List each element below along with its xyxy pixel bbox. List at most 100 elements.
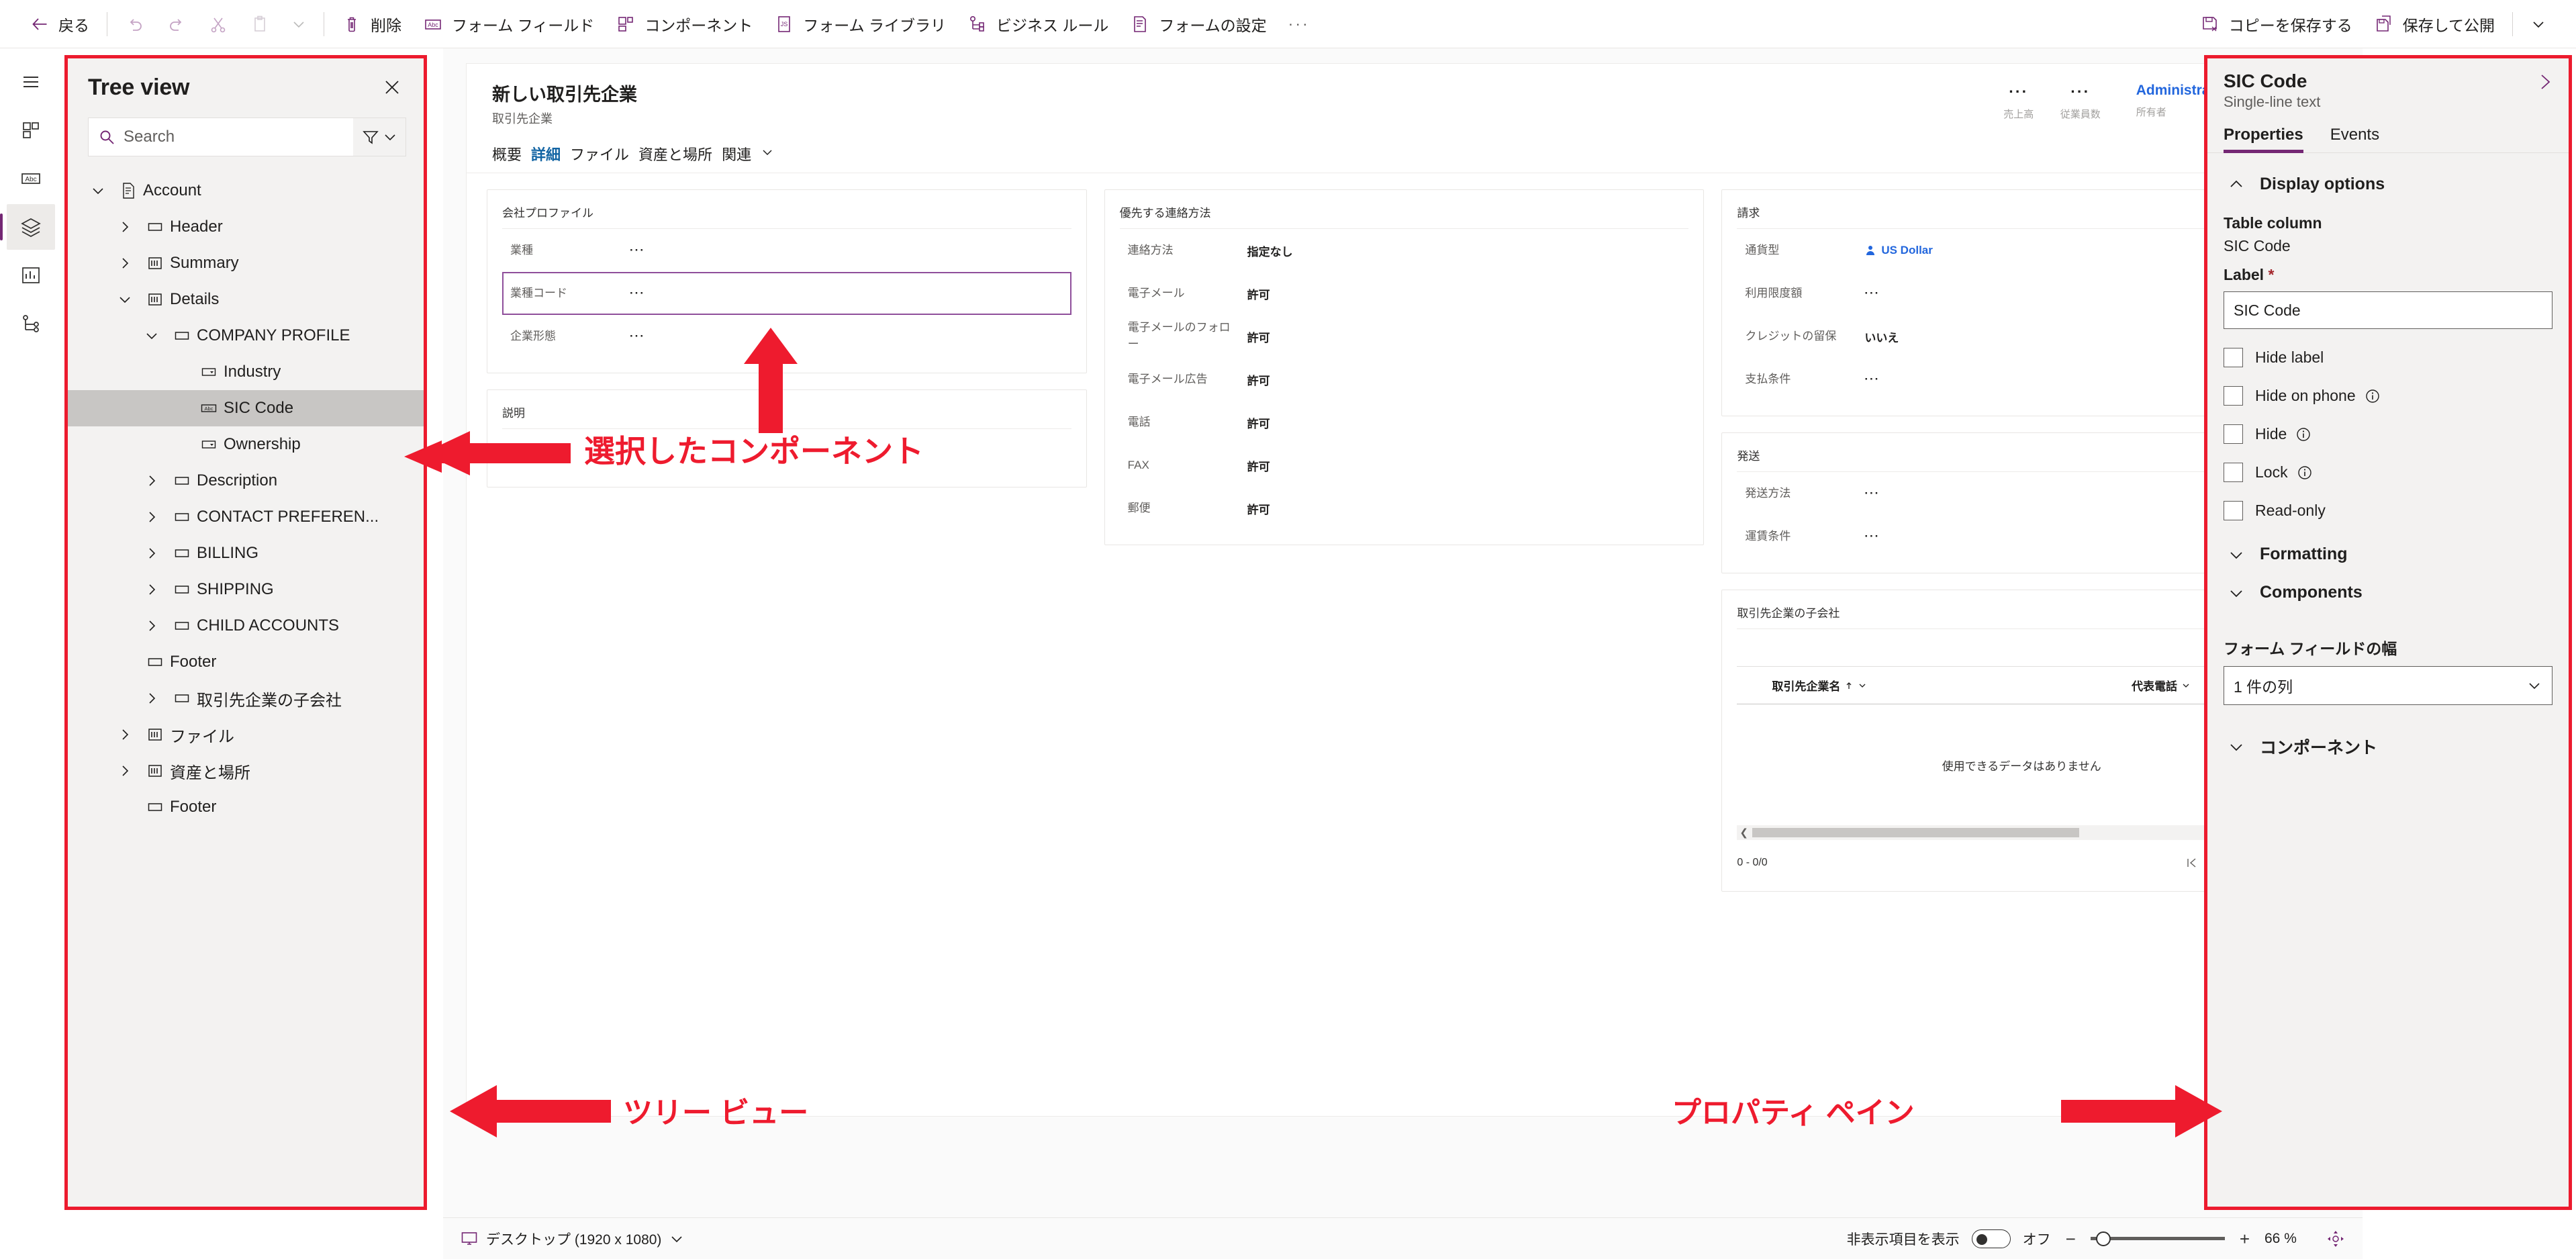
cut-button[interactable] [197,7,239,42]
checkbox-box[interactable] [2224,424,2243,444]
tab-related[interactable]: 関連 [722,139,761,173]
business-rule-button[interactable]: ビジネス ルール [957,7,1119,42]
chevron-down-icon[interactable] [136,328,167,344]
chevron-right-icon[interactable] [136,509,167,525]
tab-overview[interactable]: 概要 [492,139,531,173]
chevron-right-icon[interactable] [109,219,140,235]
field-value-link[interactable]: US Dollar [1864,244,1933,257]
tree-node-[interactable]: 資産と場所 [68,753,424,789]
checkbox-read-only[interactable]: Read-only [2224,501,2553,520]
overflow-menu-button[interactable]: ··· [1278,7,1321,42]
tab-assets-locations[interactable]: 資産と場所 [638,139,722,173]
zoom-slider[interactable] [2090,1231,2225,1247]
slider-thumb[interactable] [2095,1231,2111,1246]
tree-node-description[interactable]: Description [68,463,424,499]
form-settings-button[interactable]: フォームの設定 [1119,7,1277,42]
field-row-description[interactable]: ··· [502,429,1071,472]
first-page-icon[interactable] [2185,856,2198,870]
checkbox-hide-label[interactable]: Hide label [2224,348,2553,367]
delete-button[interactable]: 削除 [331,7,412,42]
field-row-sic-code[interactable]: 業種コード ··· [502,272,1071,315]
tree-node-child-accounts[interactable]: CHILD ACCOUNTS [68,608,424,644]
tree-node-industry[interactable]: Industry [68,354,424,390]
save-copy-button[interactable]: コピーを保存する [2189,7,2363,42]
close-icon[interactable] [378,73,406,101]
info-icon[interactable] [2296,464,2313,481]
section-display-options[interactable]: Display options [2224,165,2553,203]
tree-node-footer[interactable]: Footer [68,789,424,825]
form-field-button[interactable]: Abc フォーム フィールド [412,7,605,42]
paste-options-button[interactable] [281,7,317,42]
chevron-right-icon[interactable] [109,763,140,779]
field-width-select[interactable]: 1 件の列 [2224,666,2553,705]
chevron-right-icon[interactable] [136,473,167,489]
field-row[interactable]: 郵便 許可 [1120,487,1689,530]
checkbox-box[interactable] [2224,386,2243,406]
component-button[interactable]: コンポーネント [605,7,763,42]
rail-item-components[interactable] [7,107,55,153]
field-row[interactable]: 電子メール 許可 [1120,272,1689,315]
form-library-button[interactable]: JS フォーム ライブラリ [763,7,957,42]
chevron-down-icon[interactable] [83,183,113,199]
info-icon[interactable] [2295,426,2312,443]
fit-to-screen-icon[interactable] [2326,1229,2345,1248]
search-input[interactable] [124,128,344,146]
tree-node-header[interactable]: Header [68,209,424,245]
tree-node-sic-code[interactable]: Abc SIC Code [68,390,424,426]
rail-item-tree-view[interactable] [0,204,55,250]
chevron-right-icon[interactable] [109,727,140,743]
expand-pane-icon[interactable] [2535,72,2555,96]
tree-node-[interactable]: 取引先企業の子会社 [68,680,424,716]
field-row[interactable]: FAX 許可 [1120,444,1689,487]
field-row-industry[interactable]: 業種 ··· [502,229,1071,272]
section-components[interactable]: Components [2224,573,2553,612]
rail-item-insights[interactable] [7,252,55,298]
field-row[interactable]: 電子メール広告 許可 [1120,358,1689,401]
tab-files[interactable]: ファイル [570,139,638,173]
filter-button[interactable] [353,118,406,156]
section-components-jp[interactable]: コンポーネント [2224,725,2553,768]
undo-button[interactable] [114,7,156,42]
tab-properties[interactable]: Properties [2224,126,2303,153]
checkbox-box[interactable] [2224,463,2243,482]
search-box[interactable] [89,118,353,156]
field-row[interactable]: 電子メールのフォロー 許可 [1120,315,1689,358]
checkbox-box[interactable] [2224,501,2243,520]
tree-node-footer[interactable]: Footer [68,644,424,680]
label-input[interactable] [2224,291,2553,329]
checkbox-hide[interactable]: Hide [2224,424,2553,444]
tree-node-details[interactable]: Details [68,281,424,318]
chevron-down-icon[interactable] [109,291,140,308]
paste-button[interactable] [239,7,281,42]
chevron-right-icon[interactable] [109,255,140,271]
scroll-left-icon[interactable]: ❮ [1739,828,1748,838]
column-header-account-name[interactable]: 取引先企業名 [1772,677,2132,694]
rail-item-hierarchy[interactable] [7,301,55,346]
chevron-right-icon[interactable] [136,545,167,561]
tree-node-summary[interactable]: Summary [68,245,424,281]
show-hidden-toggle[interactable] [1971,1229,2011,1248]
tab-events[interactable]: Events [2330,126,2379,152]
tree-node-contact-preferen[interactable]: CONTACT PREFEREN... [68,499,424,535]
section-formatting[interactable]: Formatting [2224,535,2553,573]
field-row[interactable]: 電話 許可 [1120,401,1689,444]
tree-node-company-profile[interactable]: COMPANY PROFILE [68,318,424,354]
checkbox-lock[interactable]: Lock [2224,463,2553,482]
rail-hamburger-button[interactable] [7,59,55,105]
rail-item-fields[interactable]: Abc [7,156,55,201]
tree-node-ownership[interactable]: Ownership [68,426,424,463]
tree-node-billing[interactable]: BILLING [68,535,424,571]
redo-button[interactable] [156,7,197,42]
chevron-down-icon[interactable] [761,146,774,159]
field-row-ownership[interactable]: 企業形態 ··· [502,315,1071,358]
back-button[interactable]: 戻る [19,7,100,42]
chevron-right-icon[interactable] [136,690,167,706]
save-publish-button[interactable]: 保存して公開 [2363,7,2506,42]
zoom-in-button[interactable]: + [2237,1230,2252,1248]
tree-node-[interactable]: ファイル [68,716,424,753]
checkbox-box[interactable] [2224,348,2243,367]
device-selector[interactable]: デスクトップ (1920 x 1080) [461,1229,684,1249]
tab-details[interactable]: 詳細 [531,139,570,173]
chevron-right-icon[interactable] [136,581,167,598]
save-options-button[interactable] [2520,7,2557,42]
